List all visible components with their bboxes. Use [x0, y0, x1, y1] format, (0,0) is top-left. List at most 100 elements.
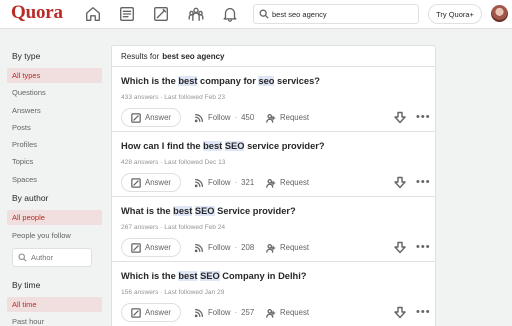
filter-all-time[interactable]: All time — [7, 297, 102, 312]
title-text: How can I find the — [121, 141, 204, 151]
request-button[interactable]: Request — [266, 173, 309, 192]
request-label: Request — [280, 243, 310, 252]
follow-count: 450 — [241, 113, 255, 122]
filter-questions[interactable]: Questions — [7, 85, 102, 100]
question-title[interactable]: Which is the best company for seo servic… — [121, 76, 320, 86]
question-row: Which is the best SEO Company in Delhi? 1… — [112, 262, 435, 326]
more-options-icon[interactable]: ••• — [416, 109, 431, 125]
results-query: best seo agency — [162, 51, 225, 61]
separator-dot: · — [234, 113, 238, 122]
by-author-heading: By author — [12, 193, 49, 203]
filter-past-hour[interactable]: Past hour — [7, 314, 102, 326]
question-actions: Answer Follow · 450 Request ••• — [121, 108, 430, 127]
filter-profiles[interactable]: Profiles — [7, 137, 102, 152]
title-text: services? — [274, 76, 320, 86]
title-text: Which is the — [121, 271, 179, 281]
downvote-icon[interactable] — [394, 241, 406, 254]
author-input[interactable] — [31, 253, 91, 262]
request-label: Request — [280, 308, 310, 317]
follow-icon — [194, 113, 208, 123]
question-actions: Answer Follow · 257 Request ••• — [121, 303, 430, 322]
request-icon — [266, 308, 280, 318]
answer-label: Answer — [145, 113, 171, 122]
search-input[interactable] — [272, 9, 412, 19]
more-options-icon[interactable]: ••• — [416, 174, 431, 190]
answer-label: Answer — [145, 178, 171, 187]
request-button[interactable]: Request — [266, 303, 309, 322]
home-icon[interactable] — [82, 3, 104, 25]
follow-count: 257 — [241, 308, 255, 317]
title-highlight: best — [173, 206, 193, 216]
more-options-icon[interactable]: ••• — [416, 304, 431, 320]
search-bar[interactable] — [253, 4, 419, 24]
avatar[interactable] — [491, 5, 508, 22]
question-actions: Answer Follow · 321 Request ••• — [121, 173, 430, 192]
question-row: Which is the best company for seo servic… — [112, 67, 435, 132]
request-button[interactable]: Request — [266, 238, 309, 257]
downvote-icon[interactable] — [394, 176, 406, 189]
filter-posts[interactable]: Posts — [7, 120, 102, 135]
follow-button[interactable]: Follow · 208 — [194, 238, 254, 257]
request-label: Request — [280, 178, 310, 187]
title-text: company for — [197, 76, 259, 86]
question-actions: Answer Follow · 208 Request ••• — [121, 238, 430, 257]
follow-icon — [194, 243, 208, 253]
author-search-field[interactable] — [12, 248, 92, 267]
question-row: How can I find the best SEO service prov… — [112, 132, 435, 197]
pencil-icon — [131, 242, 145, 253]
search-icon — [18, 253, 27, 262]
title-highlight: SEO — [224, 141, 245, 151]
request-icon — [266, 113, 280, 123]
answer-button[interactable]: Answer — [121, 238, 181, 257]
follow-label: Follow — [208, 113, 231, 122]
follow-button[interactable]: Follow · 257 — [194, 303, 254, 322]
results-prefix: Results for — [121, 51, 160, 61]
request-label: Request — [280, 113, 310, 122]
filter-topics[interactable]: Topics — [7, 154, 102, 169]
following-icon[interactable] — [116, 3, 138, 25]
request-button[interactable]: Request — [266, 108, 309, 127]
request-icon — [266, 178, 280, 188]
follow-button[interactable]: Follow · 450 — [194, 108, 254, 127]
title-text: service provider? — [244, 141, 325, 151]
more-options-icon[interactable]: ••• — [416, 239, 431, 255]
answer-button[interactable]: Answer — [121, 173, 181, 192]
follow-button[interactable]: Follow · 321 — [194, 173, 254, 192]
pencil-icon — [131, 307, 145, 318]
question-title[interactable]: Which is the best SEO Company in Delhi? — [121, 271, 306, 281]
filter-all-types[interactable]: All types — [7, 68, 102, 83]
question-title[interactable]: How can I find the best SEO service prov… — [121, 141, 325, 151]
follow-count: 321 — [241, 178, 255, 187]
question-row: What is the best SEO Service provider? 26… — [112, 197, 435, 262]
filter-people-you-follow[interactable]: People you follow — [7, 228, 102, 243]
answer-button[interactable]: Answer — [121, 303, 181, 322]
by-time-heading: By time — [12, 280, 41, 290]
filter-spaces[interactable]: Spaces — [7, 172, 102, 187]
title-highlight: SEO — [200, 271, 220, 281]
by-type-heading: By type — [12, 51, 41, 61]
downvote-icon[interactable] — [394, 111, 406, 124]
question-title[interactable]: What is the best SEO Service provider? — [121, 206, 296, 216]
title-text: Service provider? — [214, 206, 296, 216]
separator-dot: · — [234, 178, 238, 187]
try-quora-plus-button[interactable]: Try Quora+ — [428, 4, 482, 24]
filter-answers[interactable]: Answers — [7, 103, 102, 118]
answer-button[interactable]: Answer — [121, 108, 181, 127]
downvote-icon[interactable] — [394, 306, 406, 319]
title-highlight: seo — [258, 76, 275, 86]
follow-icon — [194, 308, 208, 318]
title-highlight: best — [203, 141, 223, 151]
separator-dot: · — [234, 308, 238, 317]
follow-label: Follow — [208, 178, 231, 187]
question-meta: 267 answers · Last followed Feb 24 — [121, 224, 226, 231]
question-meta: 433 answers · Last followed Feb 23 — [121, 94, 226, 101]
question-meta: 428 answers · Last followed Dec 13 — [121, 159, 226, 166]
notifications-icon[interactable] — [219, 3, 241, 25]
answer-icon[interactable] — [150, 3, 172, 25]
request-icon — [266, 243, 280, 253]
follow-label: Follow — [208, 308, 231, 317]
filter-all-people[interactable]: All people — [7, 210, 102, 225]
quora-logo[interactable]: Quora — [11, 2, 63, 24]
title-highlight: best — [178, 271, 198, 281]
spaces-icon[interactable] — [185, 3, 207, 25]
